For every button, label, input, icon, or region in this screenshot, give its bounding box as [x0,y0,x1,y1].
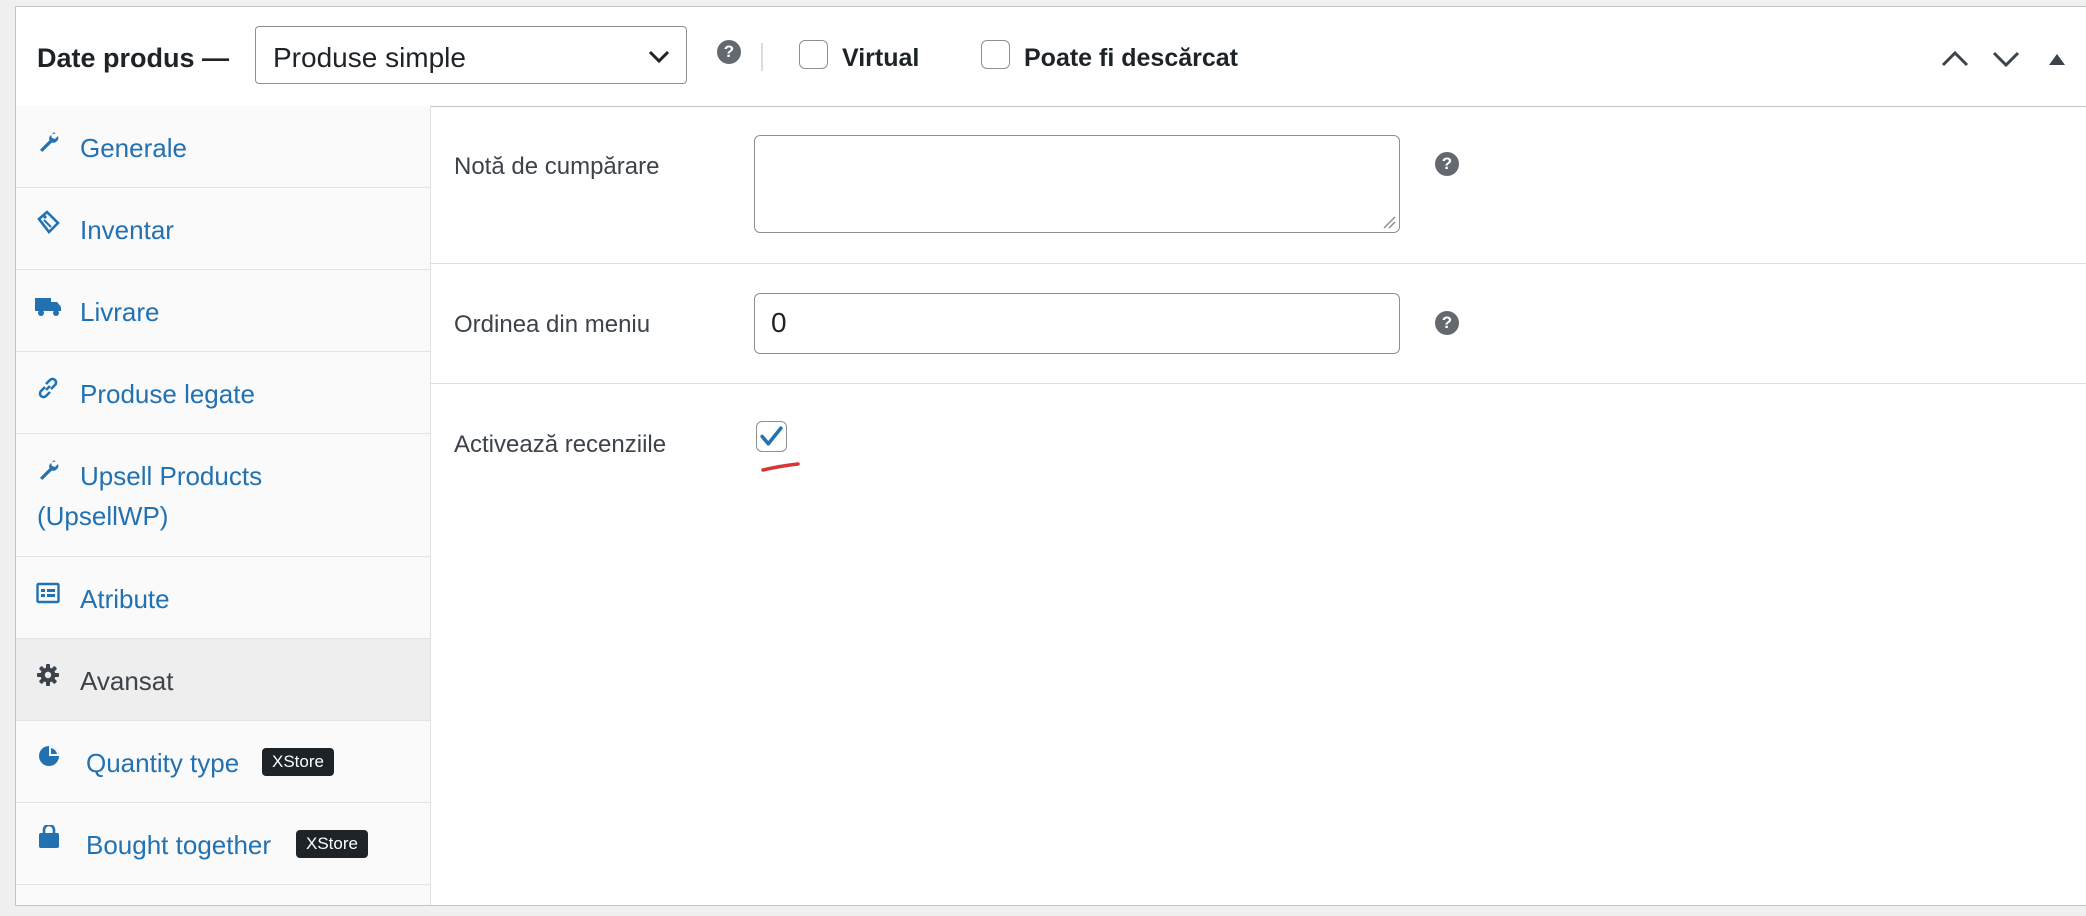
tab-generale[interactable]: Generale [16,106,430,188]
purchase-note-label: Notă de cumpărare [454,153,660,180]
tab-label: Bought together [86,830,272,860]
product-data-header: Date produs — Produse simple ? Virtual P… [16,7,2086,107]
help-icon[interactable]: ? [1435,152,1459,176]
tab-label: Quantity type [86,748,240,778]
checkmark-icon [760,426,783,446]
move-down-icon[interactable] [1991,49,2021,69]
divider [761,43,763,71]
menu-order-input[interactable]: 0 [754,293,1400,354]
enable-reviews-label: Activează recenziile [454,431,667,458]
product-data-tabs: Generale Inventar Livrare Produse legate… [16,106,431,905]
divider [431,383,2086,384]
downloadable-checkbox[interactable] [981,40,1010,69]
tag-icon [37,210,60,234]
tab-label: Inventar [80,215,174,245]
annotation-underline [761,462,800,472]
tab-upsell-products[interactable]: Upsell Products (UpsellWP) [16,434,430,557]
chevron-down-icon [648,50,670,64]
resize-handle-icon[interactable] [1382,215,1396,229]
tab-inventar[interactable]: Inventar [16,188,430,270]
divider [431,263,2086,264]
tab-label: Avansat [80,666,174,696]
tab-avansat[interactable]: Avansat [16,639,430,721]
truck-icon [35,298,61,316]
tab-label: Upsell Products [80,461,263,491]
move-up-icon[interactable] [1940,49,1970,69]
product-data-panel: Date produs — Produse simple ? Virtual P… [15,6,2086,906]
downloadable-label[interactable]: Poate fi descărcat [1024,44,1238,73]
panel-title: Date produs — [37,43,230,73]
tab-label: Livrare [80,297,160,327]
help-icon[interactable]: ? [1435,311,1459,335]
xstore-badge: XStore [296,830,368,858]
menu-order-label: Ordinea din meniu [454,311,651,338]
tab-bought-together[interactable]: Bought together XStore [16,803,430,885]
tab-livrare[interactable]: Livrare [16,270,430,352]
tab-label: Generale [80,133,187,163]
link-icon [38,377,58,399]
wrench-icon [40,132,59,152]
purchase-note-textarea[interactable] [754,135,1400,233]
product-type-select[interactable]: Produse simple [255,26,687,84]
tab-label: Produse legate [80,379,255,409]
tab-label: Atribute [80,584,170,614]
tab-produse-legate[interactable]: Produse legate [16,352,430,434]
virtual-label[interactable]: Virtual [842,44,919,73]
list-table-icon [36,582,60,604]
shopping-bag-icon [39,825,59,848]
virtual-checkbox[interactable] [799,40,828,69]
tab-atribute[interactable]: Atribute [16,557,430,639]
product-type-value: Produse simple [273,42,466,73]
pie-chart-icon [39,746,59,766]
tab-label-line2: (UpsellWP) [37,501,169,531]
gear-icon [37,664,59,686]
toggle-panel-icon[interactable] [2047,49,2067,69]
wrench-icon [40,460,59,480]
help-icon[interactable]: ? [717,40,741,64]
xstore-badge: XStore [262,748,334,776]
tab-quantity-type[interactable]: Quantity type XStore [16,721,430,803]
enable-reviews-checkbox[interactable] [756,421,787,452]
